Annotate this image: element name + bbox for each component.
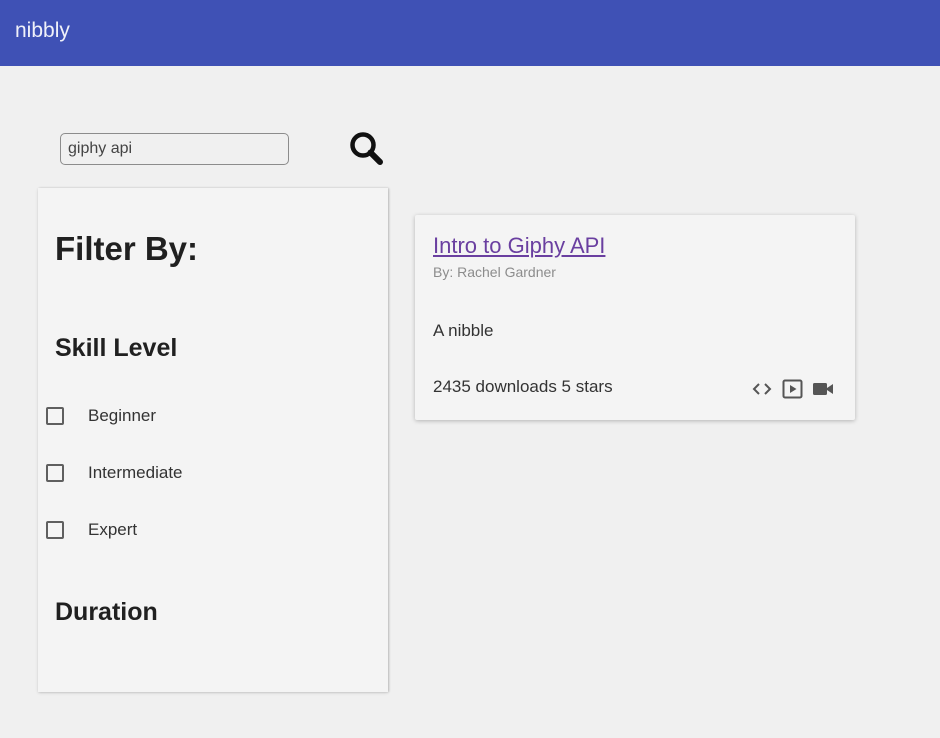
skill-option-intermediate[interactable]: Intermediate [46, 461, 183, 485]
search-input[interactable] [60, 133, 289, 165]
app-header: nibbly [0, 0, 940, 66]
filter-panel: Filter By: Skill Level Beginner Intermed… [38, 188, 388, 692]
result-card: Intro to Giphy API By: Rachel Gardner A … [415, 215, 855, 420]
beginner-label: Beginner [88, 406, 157, 425]
app-brand[interactable]: nibbly [15, 19, 70, 43]
skill-level-title: Skill Level [55, 334, 178, 362]
result-author: By: Rachel Gardner [433, 264, 556, 280]
video-camera-icon[interactable] [812, 381, 834, 397]
search-icon [347, 129, 389, 169]
skill-option-expert[interactable]: Expert [46, 518, 137, 542]
search-button[interactable] [347, 129, 389, 169]
beginner-checkbox[interactable] [46, 407, 64, 425]
result-title-link[interactable]: Intro to Giphy API [433, 233, 605, 259]
skill-option-beginner[interactable]: Beginner [46, 404, 156, 428]
expert-label: Expert [88, 520, 138, 539]
result-icons [751, 379, 834, 399]
play-box-icon[interactable] [782, 379, 803, 399]
result-stats: 2435 downloads 5 stars [433, 377, 613, 396]
intermediate-label: Intermediate [88, 463, 183, 482]
intermediate-checkbox[interactable] [46, 464, 64, 482]
code-icon[interactable] [751, 380, 773, 398]
result-description: A nibble [433, 321, 494, 340]
expert-checkbox[interactable] [46, 521, 64, 539]
filter-title: Filter By: [55, 230, 199, 267]
duration-title: Duration [55, 598, 158, 626]
